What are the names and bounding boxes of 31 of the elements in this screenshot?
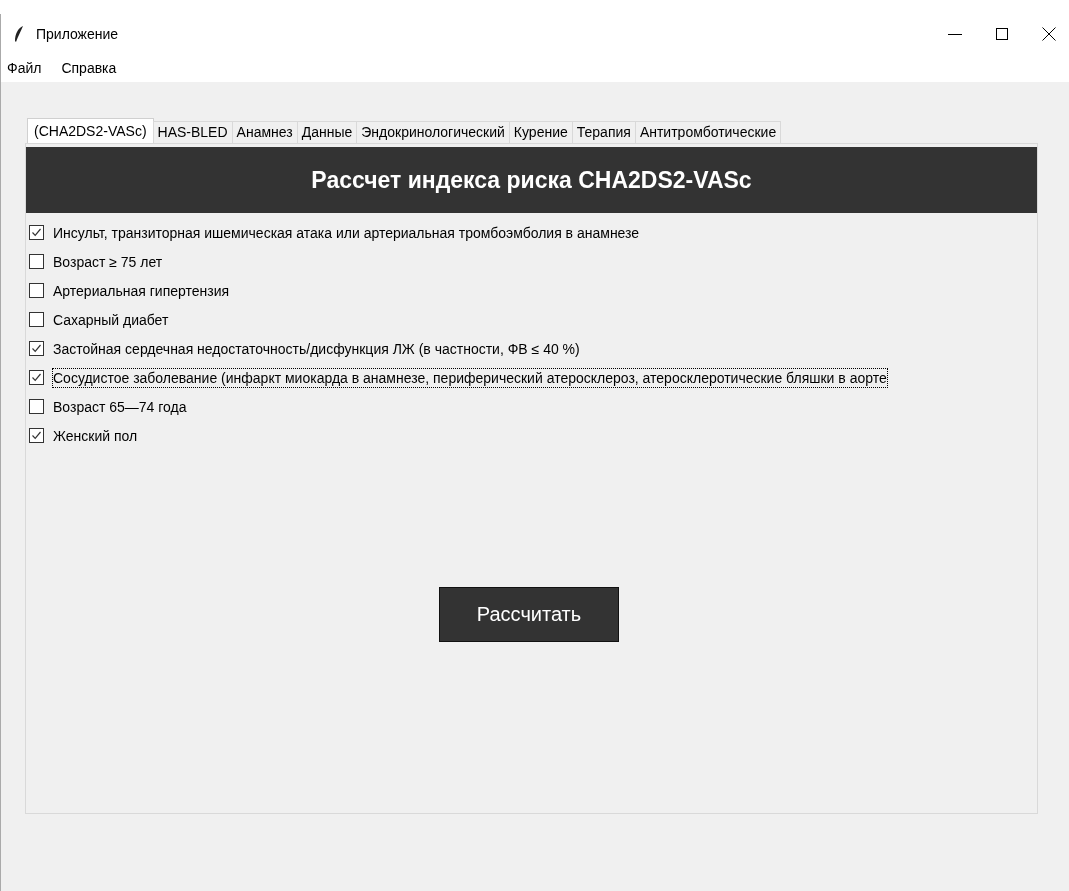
checkbox-label[interactable]: Возраст ≥ 75 лет — [52, 251, 164, 272]
maximize-icon[interactable] — [995, 27, 1009, 41]
checkbox[interactable] — [29, 225, 44, 240]
checkbox[interactable] — [29, 370, 44, 385]
menu-item[interactable]: Файл — [7, 60, 42, 76]
checkbox[interactable] — [29, 341, 44, 356]
checkbox-label[interactable]: Застойная сердечная недостаточность/дисфункция ЛЖ (в частности, ФВ ≤ 40 %) — [52, 338, 581, 359]
checkbox-label[interactable]: Сосудистое заболевание (инфаркт миокарда в анамнезе, периферический атеросклероз, атеросклеротические бляшки в аорте — [52, 367, 888, 388]
tab[interactable]: HAS-BLED — [152, 121, 233, 143]
tab[interactable]: Терапия — [571, 121, 636, 143]
checkbox-label[interactable]: Женский пол — [52, 425, 139, 446]
menu-item[interactable]: Справка — [61, 60, 117, 76]
window-title: Приложение — [36, 26, 119, 42]
checkbox-label[interactable]: Возраст 65—74 года — [52, 396, 188, 417]
tab[interactable]: Антитромботические — [634, 121, 782, 143]
checkbox[interactable] — [29, 254, 44, 269]
close-icon[interactable] — [1042, 27, 1056, 41]
checkbox-label[interactable]: Сахарный диабет — [52, 309, 170, 330]
tab[interactable]: (CHA2DS2-VASc) — [27, 118, 154, 143]
checkbox[interactable] — [29, 312, 44, 327]
checkbox[interactable] — [29, 283, 44, 298]
tab[interactable]: Эндокринологический — [356, 121, 510, 143]
feather-icon — [13, 25, 25, 43]
checkbox-label[interactable]: Артериальная гипертензия — [52, 280, 231, 301]
checkbox-label[interactable]: Инсульт, транзиторная ишемическая атака или артериальная тромбоэмболия в анамнезе — [52, 222, 641, 243]
tab[interactable]: Данные — [296, 121, 358, 143]
checkbox[interactable] — [29, 428, 44, 443]
panel-heading: Рассчет индекса риска CHA2DS2-VASc — [26, 147, 1037, 213]
checkbox[interactable] — [29, 399, 44, 414]
tab[interactable]: Курение — [508, 121, 573, 143]
calculate-button[interactable]: Рассчитать — [439, 587, 619, 642]
